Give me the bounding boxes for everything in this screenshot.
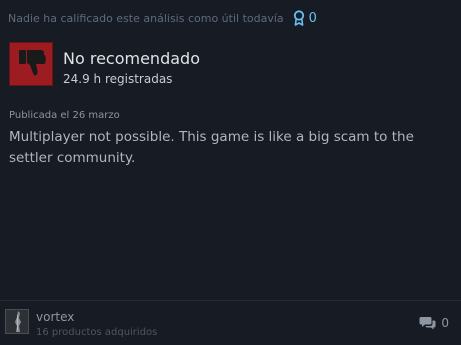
review-text: Multiplayer not possible. This game is l… (9, 129, 414, 166)
divider (0, 300, 461, 301)
helpful-status: Nadie ha calificado este análisis como ú… (8, 10, 317, 26)
thumbs-down-icon (19, 50, 46, 76)
posted-date: Publicada el 26 marzo (9, 110, 120, 121)
author-products: 16 productos adquiridos (36, 327, 158, 338)
avatar[interactable] (5, 309, 29, 334)
helpful-text: Nadie ha calificado este análisis como ú… (8, 11, 284, 25)
avatar-image-icon (6, 310, 28, 333)
award-ribbon-icon (293, 10, 304, 26)
comment-count: 0 (441, 316, 449, 330)
award-count: 0 (308, 10, 317, 26)
rating-thumb-box (9, 42, 53, 86)
comments-button[interactable]: 0 (419, 316, 449, 330)
rating-title[interactable]: No recomendado (63, 49, 200, 68)
comment-bubbles-icon (419, 317, 436, 330)
award-button[interactable]: 0 (293, 10, 317, 26)
hours-played: 24.9 h registradas (63, 72, 173, 86)
author-name[interactable]: vortex (36, 310, 74, 324)
